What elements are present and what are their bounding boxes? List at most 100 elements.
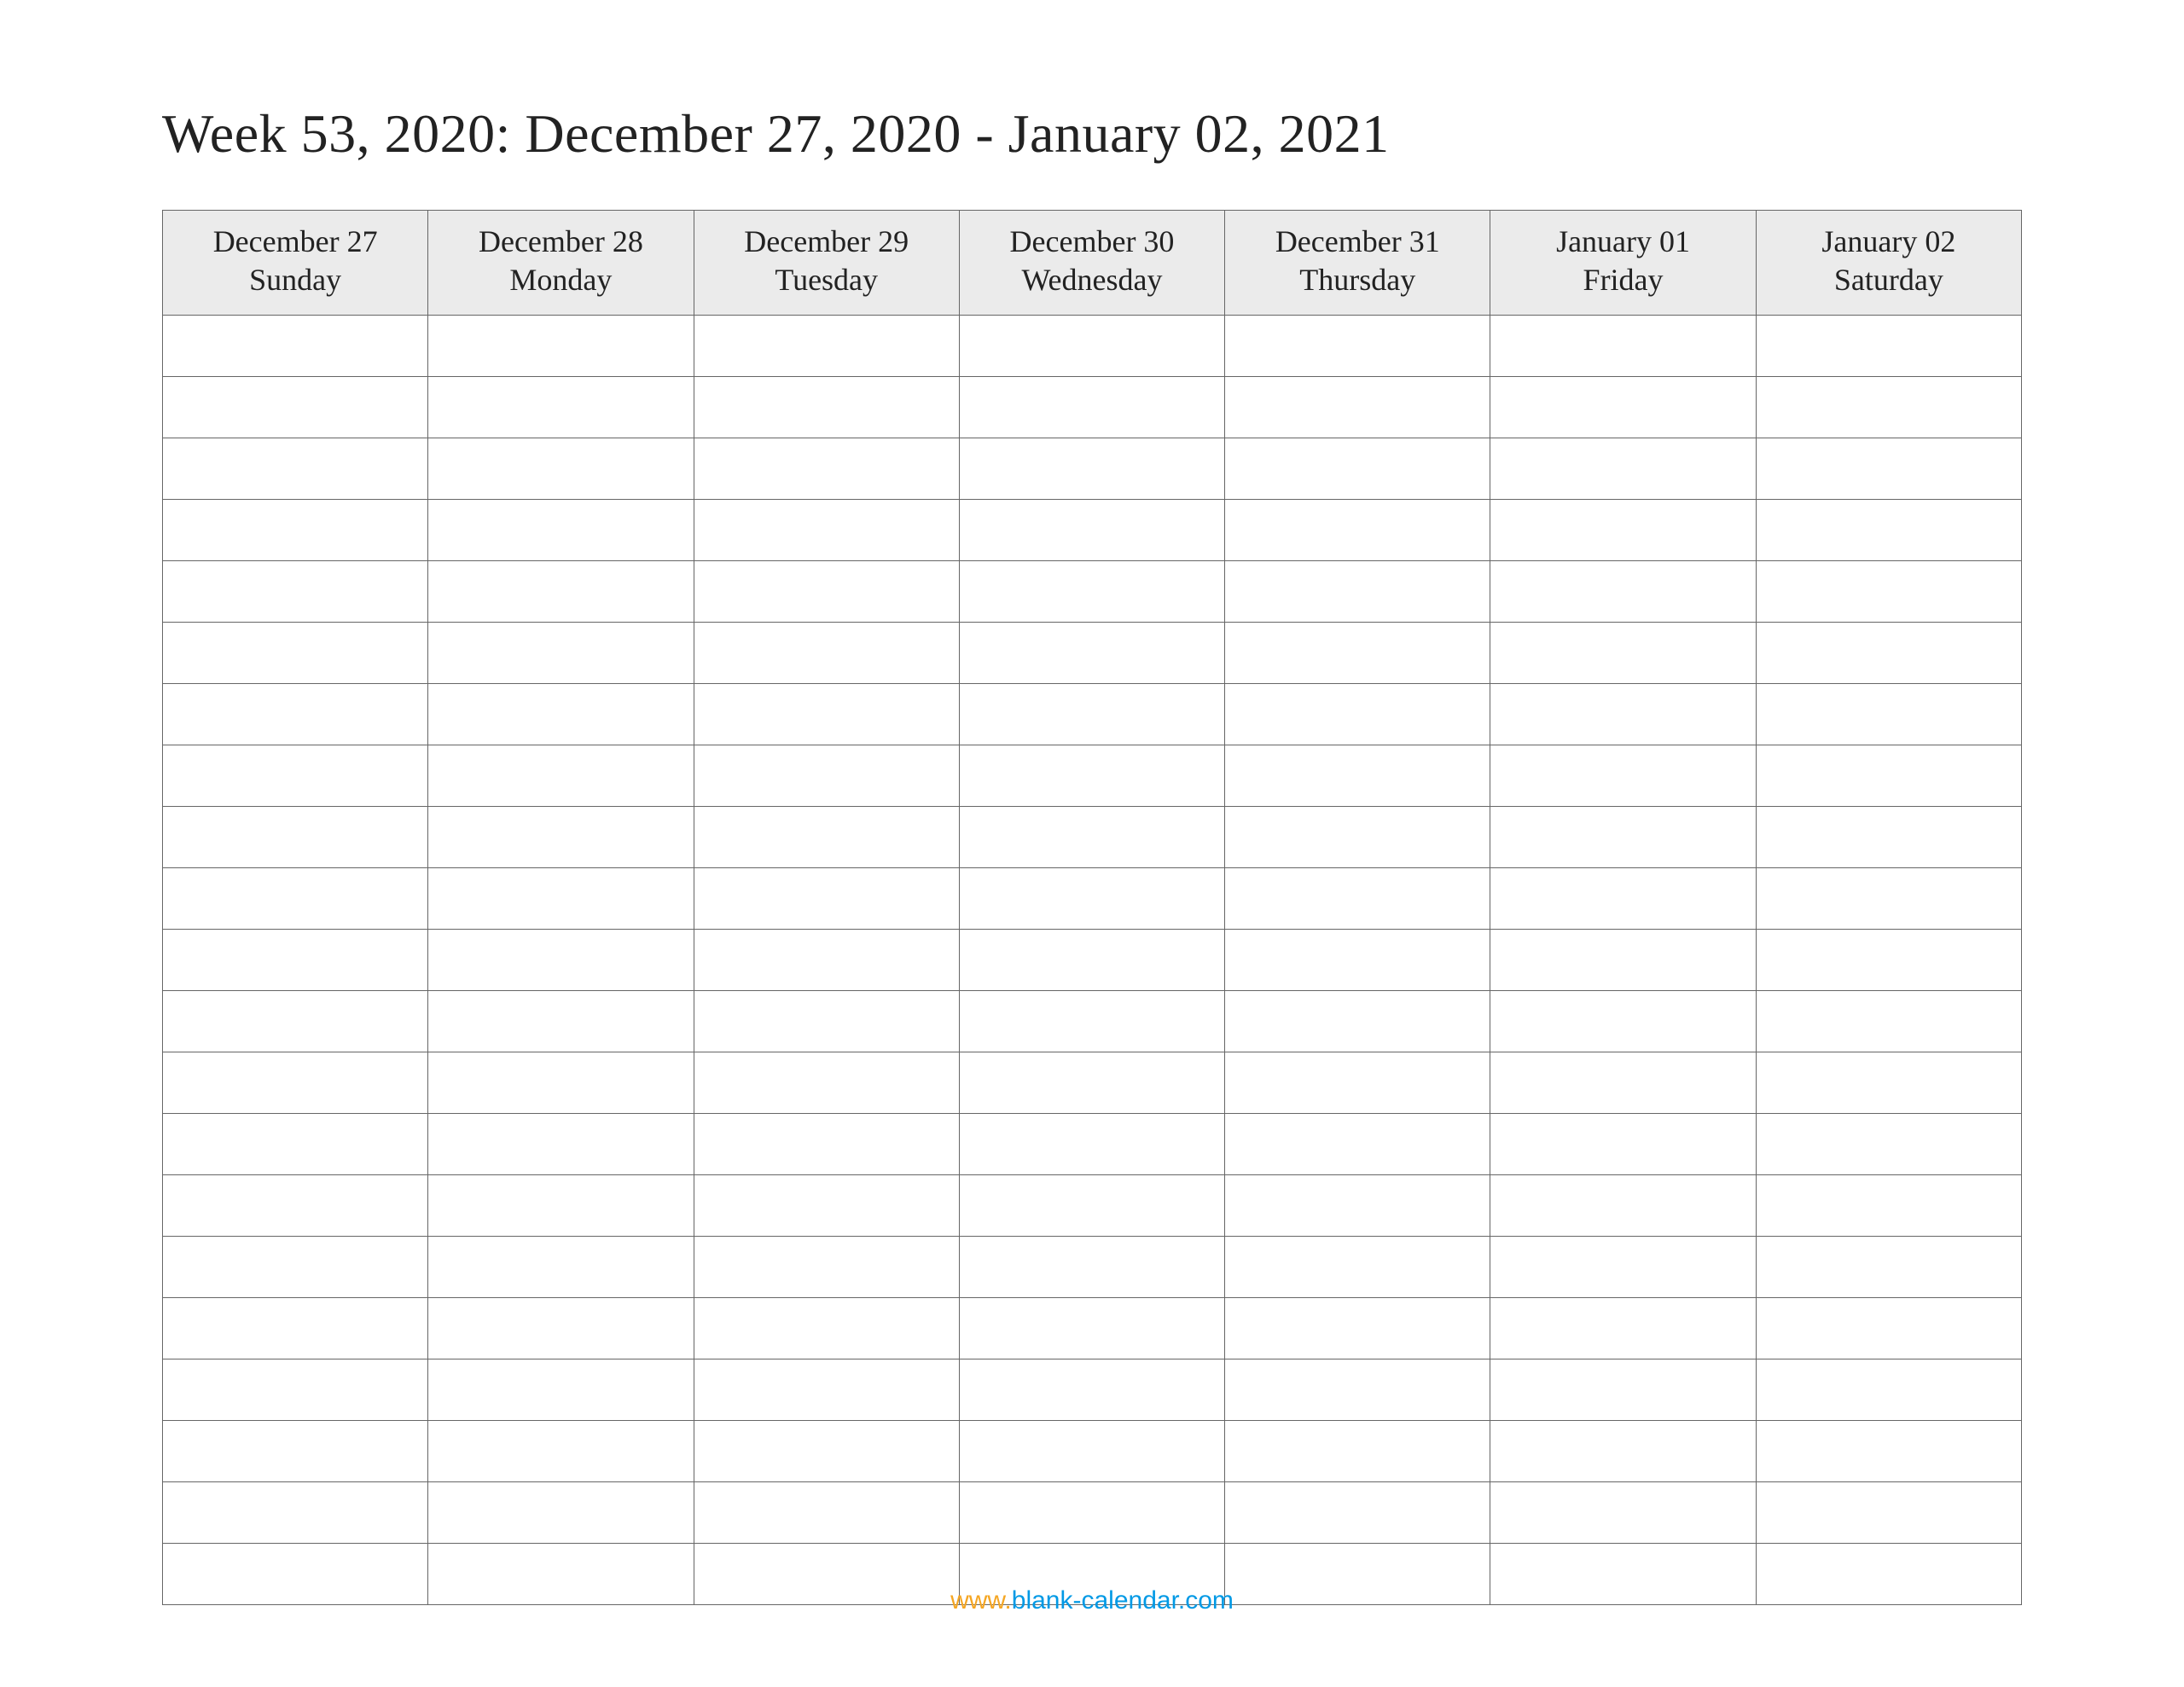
empty-cell	[694, 1237, 959, 1298]
table-row	[163, 991, 2022, 1052]
table-row	[163, 1482, 2022, 1544]
empty-cell	[163, 316, 428, 377]
footer-credit: www.blank-calendar.com	[0, 1586, 2184, 1615]
col-dow: Sunday	[166, 261, 424, 299]
empty-cell	[163, 1421, 428, 1482]
empty-cell	[163, 1114, 428, 1175]
empty-cell	[163, 1298, 428, 1359]
empty-cell	[428, 930, 694, 991]
col-header-sunday: December 27 Sunday	[163, 211, 428, 316]
col-header-thursday: December 31 Thursday	[1225, 211, 1490, 316]
empty-cell	[428, 991, 694, 1052]
col-date: December 30	[963, 223, 1221, 261]
empty-cell	[1756, 623, 2021, 684]
empty-cell	[1225, 1421, 1490, 1482]
empty-cell	[1756, 1114, 2021, 1175]
page-title: Week 53, 2020: December 27, 2020 - Janua…	[162, 102, 2022, 165]
empty-cell	[694, 561, 959, 623]
empty-cell	[163, 623, 428, 684]
empty-cell	[1225, 623, 1490, 684]
empty-cell	[1490, 991, 1756, 1052]
table-row	[163, 561, 2022, 623]
empty-cell	[163, 561, 428, 623]
empty-cell	[428, 1237, 694, 1298]
empty-cell	[694, 1482, 959, 1544]
empty-cell	[694, 991, 959, 1052]
table-row	[163, 1114, 2022, 1175]
empty-cell	[694, 623, 959, 684]
empty-cell	[428, 1298, 694, 1359]
empty-cell	[959, 930, 1224, 991]
empty-cell	[694, 1175, 959, 1237]
empty-cell	[1756, 991, 2021, 1052]
empty-cell	[1225, 1114, 1490, 1175]
empty-cell	[428, 316, 694, 377]
empty-cell	[428, 438, 694, 500]
col-dow: Monday	[432, 261, 689, 299]
empty-cell	[1490, 1175, 1756, 1237]
empty-cell	[163, 868, 428, 930]
calendar-body	[163, 316, 2022, 1605]
table-row	[163, 930, 2022, 991]
empty-cell	[694, 1359, 959, 1421]
col-dow: Tuesday	[698, 261, 956, 299]
empty-cell	[694, 807, 959, 868]
header-row: December 27 Sunday December 28 Monday De…	[163, 211, 2022, 316]
table-row	[163, 1052, 2022, 1114]
empty-cell	[163, 438, 428, 500]
empty-cell	[694, 930, 959, 991]
empty-cell	[163, 991, 428, 1052]
col-header-saturday: January 02 Saturday	[1756, 211, 2021, 316]
empty-cell	[1756, 868, 2021, 930]
empty-cell	[1756, 930, 2021, 991]
empty-cell	[959, 438, 1224, 500]
empty-cell	[959, 561, 1224, 623]
empty-cell	[1490, 807, 1756, 868]
empty-cell	[694, 377, 959, 438]
empty-cell	[959, 1359, 1224, 1421]
empty-cell	[959, 623, 1224, 684]
empty-cell	[959, 500, 1224, 561]
empty-cell	[428, 807, 694, 868]
empty-cell	[694, 745, 959, 807]
empty-cell	[959, 684, 1224, 745]
empty-cell	[1490, 868, 1756, 930]
empty-cell	[959, 377, 1224, 438]
empty-cell	[959, 1421, 1224, 1482]
empty-cell	[1490, 500, 1756, 561]
col-date: January 01	[1494, 223, 1751, 261]
empty-cell	[694, 1052, 959, 1114]
weekly-calendar-table: December 27 Sunday December 28 Monday De…	[162, 210, 2022, 1605]
empty-cell	[959, 316, 1224, 377]
empty-cell	[1225, 377, 1490, 438]
empty-cell	[428, 561, 694, 623]
empty-cell	[1490, 438, 1756, 500]
col-header-tuesday: December 29 Tuesday	[694, 211, 959, 316]
empty-cell	[163, 1482, 428, 1544]
col-dow: Wednesday	[963, 261, 1221, 299]
empty-cell	[1756, 1237, 2021, 1298]
empty-cell	[959, 1114, 1224, 1175]
table-row	[163, 807, 2022, 868]
empty-cell	[1490, 1482, 1756, 1544]
empty-cell	[163, 377, 428, 438]
empty-cell	[1756, 438, 2021, 500]
empty-cell	[959, 1298, 1224, 1359]
empty-cell	[428, 377, 694, 438]
empty-cell	[163, 1359, 428, 1421]
empty-cell	[1756, 500, 2021, 561]
empty-cell	[1756, 1482, 2021, 1544]
empty-cell	[1225, 561, 1490, 623]
empty-cell	[1225, 1359, 1490, 1421]
empty-cell	[428, 1052, 694, 1114]
empty-cell	[959, 1175, 1224, 1237]
empty-cell	[1490, 377, 1756, 438]
col-header-wednesday: December 30 Wednesday	[959, 211, 1224, 316]
empty-cell	[1225, 1052, 1490, 1114]
table-row	[163, 316, 2022, 377]
empty-cell	[428, 868, 694, 930]
empty-cell	[1756, 1175, 2021, 1237]
empty-cell	[1225, 930, 1490, 991]
empty-cell	[163, 807, 428, 868]
empty-cell	[959, 868, 1224, 930]
